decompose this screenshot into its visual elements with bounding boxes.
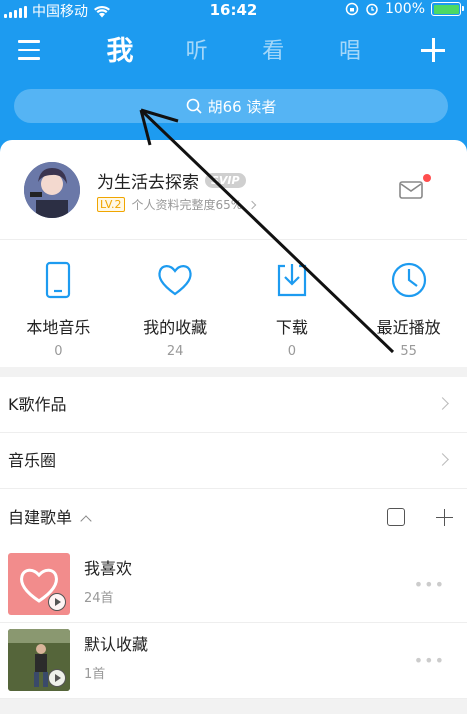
playlist-item[interactable]: 我喜欢 24首 ••• bbox=[0, 547, 467, 623]
playlist-section-header[interactable]: 自建歌单 bbox=[0, 489, 467, 547]
add-icon[interactable] bbox=[421, 38, 445, 62]
playlist-cover bbox=[8, 553, 70, 615]
playlist-item[interactable]: 默认收藏 1首 ••• bbox=[0, 623, 467, 699]
nav-tabs: 我 听 看 唱 bbox=[90, 28, 380, 76]
search-icon bbox=[186, 98, 202, 114]
quick-label: 最近播放 bbox=[376, 318, 441, 337]
quick-label: 我的收藏 bbox=[143, 318, 208, 337]
tab-watch[interactable]: 看 bbox=[243, 28, 303, 76]
row-k-songs[interactable]: K歌作品 bbox=[0, 377, 467, 433]
chevron-right-icon bbox=[247, 200, 257, 209]
quick-local-music[interactable]: 本地音乐 0 bbox=[0, 250, 117, 360]
avatar[interactable] bbox=[24, 162, 80, 218]
new-message-dot bbox=[423, 174, 431, 182]
menu-icon[interactable] bbox=[18, 40, 40, 60]
chevron-up-icon[interactable] bbox=[80, 514, 92, 527]
quick-recent[interactable]: 最近播放 55 bbox=[350, 250, 467, 360]
battery-percent: 100% bbox=[384, 1, 425, 17]
quick-download[interactable]: 下载 0 bbox=[234, 250, 351, 360]
quick-count: 24 bbox=[166, 344, 184, 359]
download-icon bbox=[277, 264, 306, 297]
alarm-icon bbox=[366, 3, 378, 16]
profile-section: 为生活去探索 SVIP LV.2 个人资料完整度65% bbox=[0, 140, 467, 240]
play-icon[interactable] bbox=[48, 593, 66, 611]
playlist-cover bbox=[8, 629, 70, 691]
quick-label: 下载 bbox=[275, 318, 308, 337]
tab-listen[interactable]: 听 bbox=[167, 28, 227, 76]
playlist-title: 我喜欢 bbox=[84, 559, 133, 578]
row-label: K歌作品 bbox=[8, 395, 67, 414]
heart-icon bbox=[158, 265, 192, 296]
quick-favorites[interactable]: 我的收藏 24 bbox=[117, 250, 234, 360]
username[interactable]: 为生活去探索 bbox=[97, 168, 199, 193]
more-icon[interactable]: ••• bbox=[414, 575, 445, 594]
row-music-circle[interactable]: 音乐圈 bbox=[0, 433, 467, 489]
playlist-count: 24首 bbox=[84, 591, 114, 606]
search-placeholder: 胡66 读者 bbox=[207, 97, 277, 116]
add-playlist-icon[interactable] bbox=[436, 509, 453, 526]
profile-completion[interactable]: 个人资料完整度65% bbox=[132, 196, 243, 213]
more-icon[interactable]: ••• bbox=[414, 651, 445, 670]
quick-access: 本地音乐 0 我的收藏 24 下载 0 最近播放 55 bbox=[0, 250, 467, 360]
status-bar: 中国移动 16:42 100% bbox=[0, 0, 467, 20]
phone-icon bbox=[46, 261, 71, 299]
playlist-count: 1首 bbox=[84, 667, 106, 682]
playlist-title: 默认收藏 bbox=[84, 635, 149, 654]
tab-sing[interactable]: 唱 bbox=[320, 28, 380, 76]
chevron-right-icon bbox=[436, 397, 449, 410]
battery-icon bbox=[431, 2, 464, 16]
mail-icon[interactable] bbox=[399, 180, 423, 200]
rotation-lock-icon bbox=[345, 2, 359, 16]
main-list: K歌作品 音乐圈 自建歌单 我喜欢 24首 ••• 默认收藏 1首 ••• bbox=[0, 377, 467, 699]
quick-count: 55 bbox=[400, 344, 417, 359]
tab-me[interactable]: 我 bbox=[90, 28, 150, 76]
clock-icon bbox=[391, 262, 426, 298]
level-badge: LV.2 bbox=[97, 197, 125, 212]
quick-count: 0 bbox=[54, 344, 63, 359]
search-bar[interactable]: 胡66 读者 bbox=[14, 89, 448, 123]
section-title: 自建歌单 bbox=[8, 508, 73, 527]
play-icon[interactable] bbox=[48, 669, 66, 687]
row-label: 音乐圈 bbox=[8, 451, 57, 470]
quick-label: 本地音乐 bbox=[26, 318, 91, 337]
quick-count: 0 bbox=[287, 344, 297, 359]
chevron-right-icon bbox=[436, 453, 449, 466]
profile-card: 为生活去探索 SVIP LV.2 个人资料完整度65% 本地音乐 0 我的收藏 … bbox=[0, 140, 467, 367]
vip-badge: SVIP bbox=[205, 173, 246, 188]
top-nav: 我 听 看 唱 bbox=[0, 28, 467, 78]
manage-playlist-icon[interactable] bbox=[387, 508, 405, 526]
